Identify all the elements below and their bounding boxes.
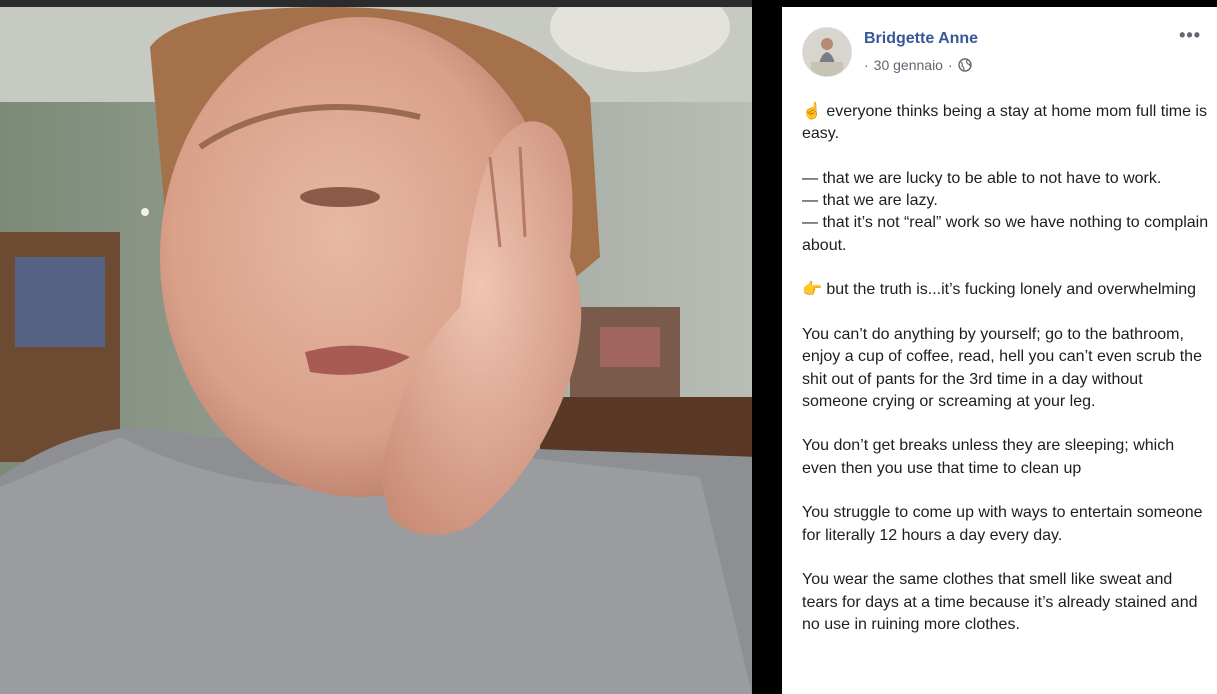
author-avatar[interactable] <box>802 27 852 77</box>
post-meta: · 30 gennaio · <box>864 57 972 73</box>
post-photo[interactable] <box>0 7 752 694</box>
pointing-right-icon: 👉 <box>802 281 822 299</box>
post-paragraph: ☝️ everyone thinks being a stay at home … <box>802 103 1207 143</box>
author-name-link[interactable]: Bridgette Anne <box>864 30 978 48</box>
post-date-link[interactable]: 30 gennaio <box>874 57 943 73</box>
post-paragraph: You struggle to come up with ways to ent… <box>802 504 1203 544</box>
photo-viewer <box>0 0 782 694</box>
globe-icon[interactable] <box>957 58 972 72</box>
post-text: ☝️ everyone thinks being a stay at home … <box>802 101 1212 658</box>
pointing-up-icon: ☝️ <box>802 103 822 120</box>
date-separator: · <box>864 57 869 73</box>
avatar-image <box>803 28 851 76</box>
post-panel: Bridgette Anne · 30 gennaio · ••• ☝️ eve… <box>782 7 1217 694</box>
post-paragraph: You can’t do anything by yourself; go to… <box>802 325 1202 410</box>
post-paragraph: You don’t get breaks unless they are sle… <box>802 437 1175 477</box>
photo-gutter <box>752 0 782 694</box>
crying-woman-photo <box>0 7 752 694</box>
post-paragraph: 👉 but the truth is...it’s fucking lonely… <box>802 279 1212 301</box>
post-paragraph: — that we are lucky to be able to not ha… <box>802 169 1209 254</box>
post-paragraph: You wear the same clothes that smell lik… <box>802 571 1198 633</box>
more-options-icon[interactable]: ••• <box>1179 25 1201 46</box>
top-bar <box>0 0 782 7</box>
date-separator: · <box>947 57 953 73</box>
